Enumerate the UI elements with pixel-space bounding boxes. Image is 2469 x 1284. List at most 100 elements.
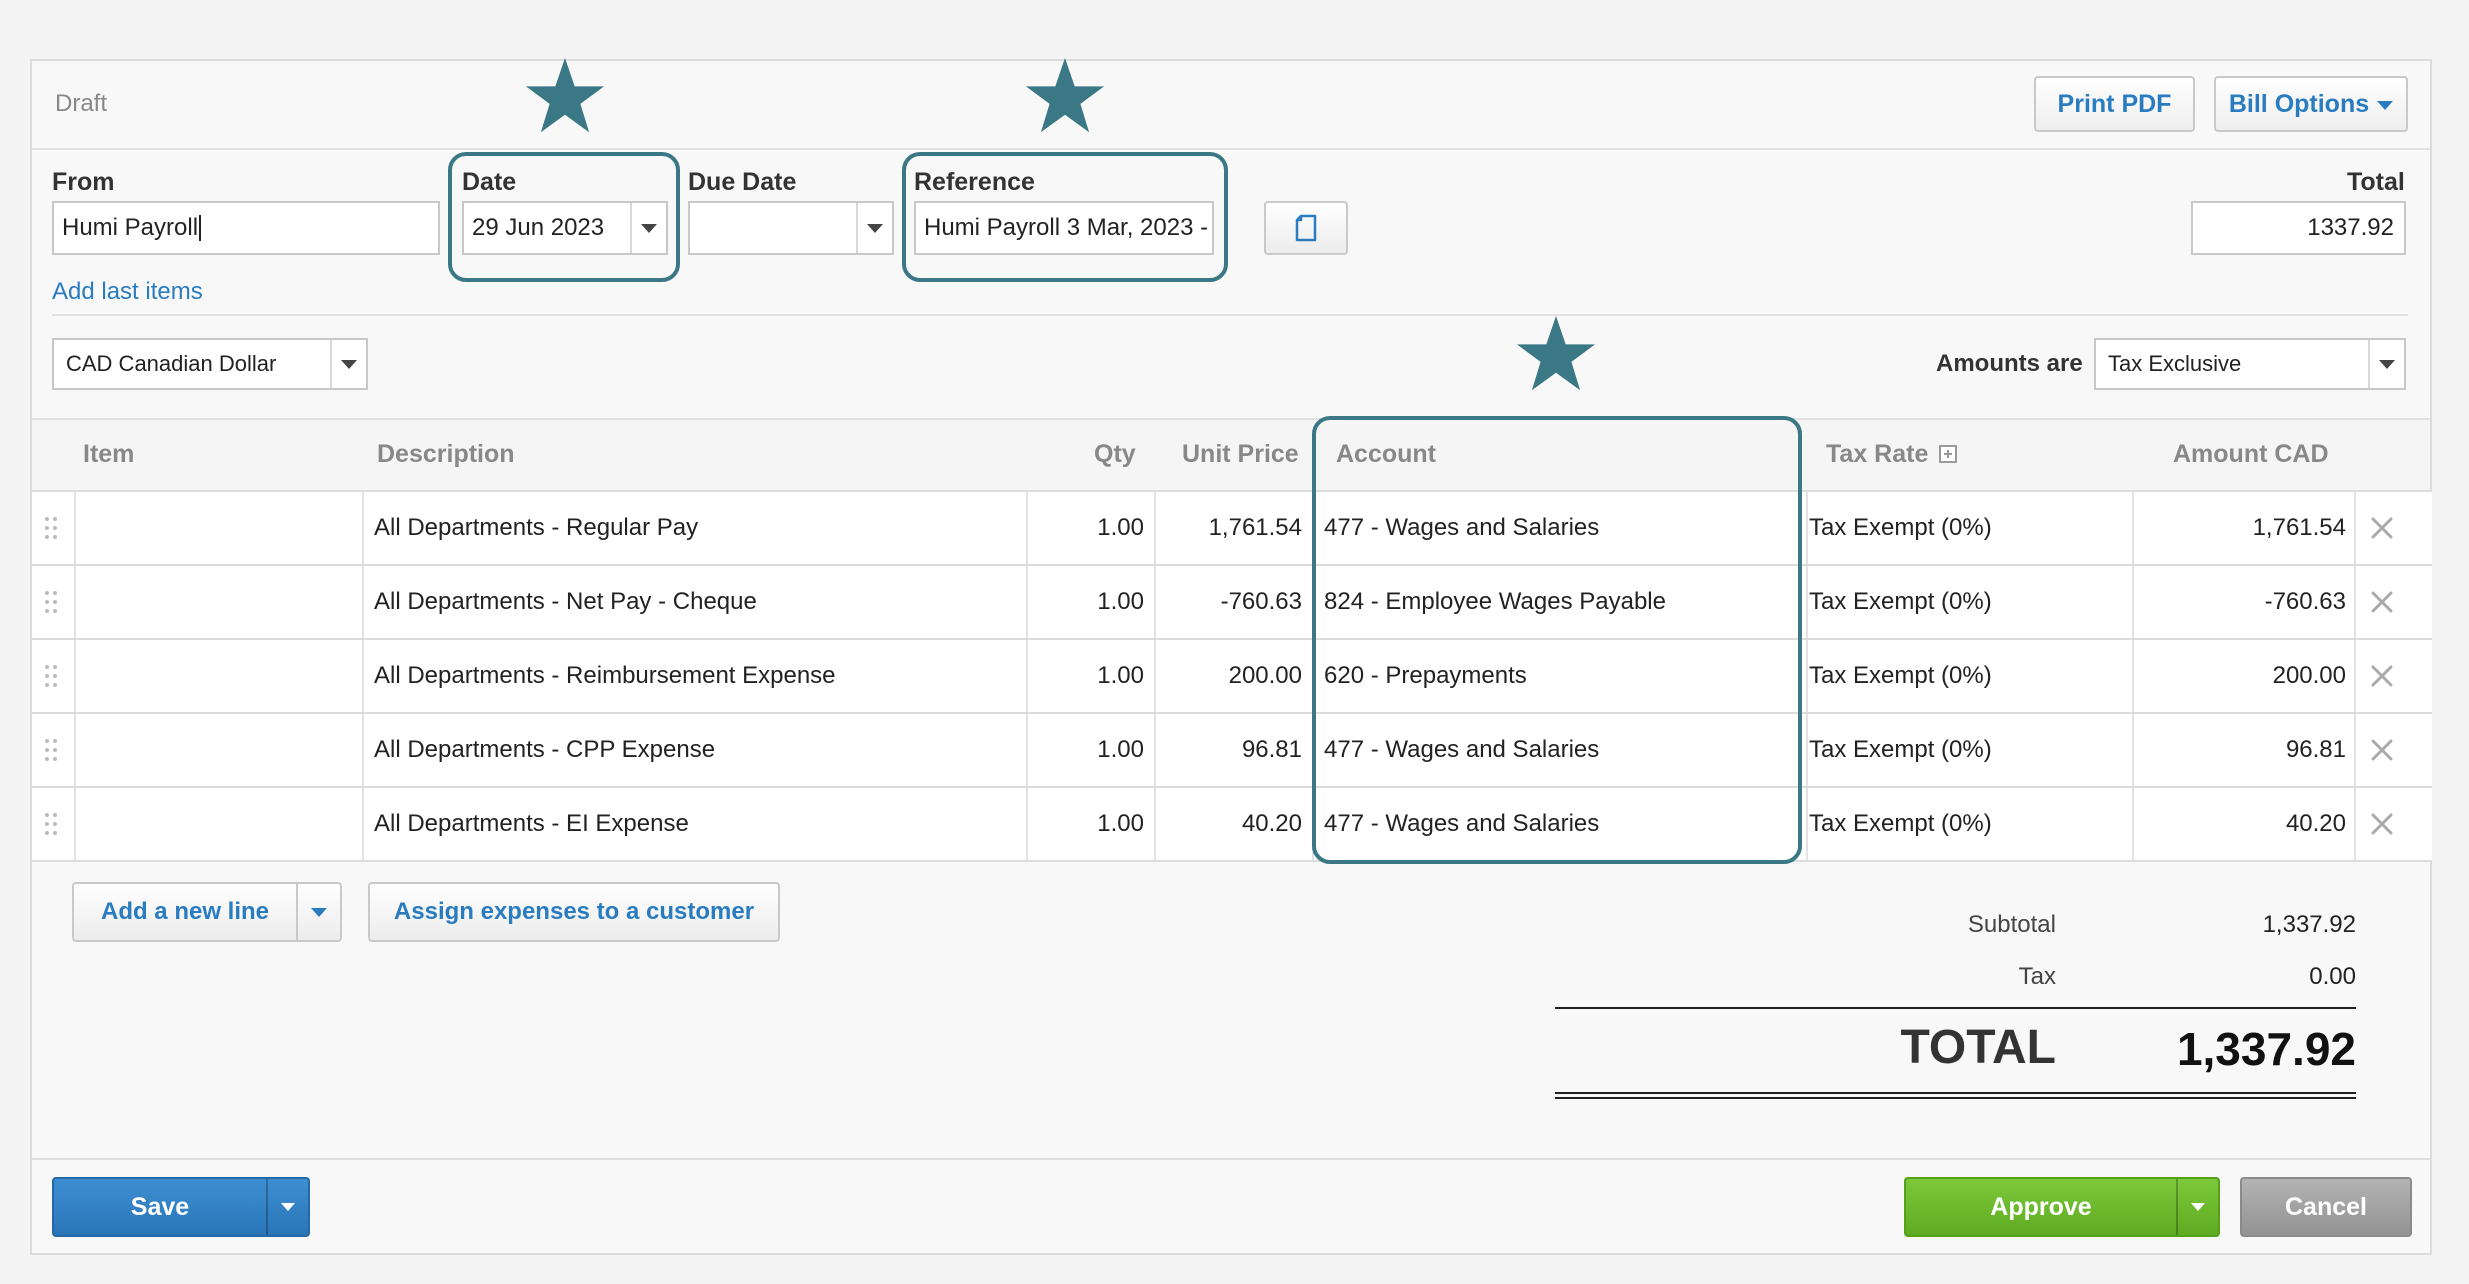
column-divider <box>362 566 364 638</box>
column-divider <box>2354 566 2356 638</box>
remove-icon[interactable] <box>2367 809 2397 839</box>
save-label: Save <box>130 1192 190 1221</box>
tax-rate-cell[interactable]: Tax Exempt (0%) <box>1809 640 2129 712</box>
column-divider <box>1806 788 1808 860</box>
drag-handle-icon[interactable] <box>44 590 58 614</box>
qty-cell[interactable]: 1.00 <box>1028 566 1144 638</box>
column-divider <box>362 640 364 712</box>
due-date-label: Due Date <box>688 168 797 196</box>
unit-price-cell[interactable]: 96.81 <box>1156 714 1302 786</box>
amounts-are-select[interactable]: Tax Exclusive <box>2094 338 2406 390</box>
item-cell[interactable] <box>84 788 364 860</box>
total-field[interactable]: 1337.92 <box>2191 201 2406 255</box>
unit-price-cell[interactable]: 200.00 <box>1156 640 1302 712</box>
star-icon <box>525 58 605 133</box>
amount-cell[interactable]: 40.20 <box>2142 788 2346 860</box>
due-date-field[interactable] <box>688 201 894 255</box>
table-row: All Departments - Reimbursement Expense … <box>32 640 2432 714</box>
unit-price-cell[interactable]: 1,761.54 <box>1156 492 1302 564</box>
currency-select[interactable]: CAD Canadian Dollar <box>52 338 368 390</box>
assign-expenses-label: Assign expenses to a customer <box>393 898 755 925</box>
amount-value: 1,761.54 <box>2252 514 2346 541</box>
tax-rate-cell[interactable]: Tax Exempt (0%) <box>1809 566 2129 638</box>
remove-icon[interactable] <box>2367 661 2397 691</box>
description-cell[interactable]: All Departments - Net Pay - Cheque <box>374 566 1014 638</box>
tax-value: 0.00 <box>2309 963 2356 990</box>
item-cell[interactable] <box>84 566 364 638</box>
chevron-down-icon[interactable] <box>856 203 892 253</box>
table-row: All Departments - Net Pay - Cheque 1.00 … <box>32 566 2432 640</box>
add-line-dropdown[interactable] <box>296 884 340 940</box>
column-header-item: Item <box>83 440 135 468</box>
amounts-are-label: Amounts are <box>1936 350 2083 377</box>
column-divider <box>2132 492 2134 564</box>
qty-cell[interactable]: 1.00 <box>1028 492 1144 564</box>
approve-button[interactable]: Approve <box>1904 1177 2220 1237</box>
qty-cell[interactable]: 1.00 <box>1028 788 1144 860</box>
approve-dropdown[interactable] <box>2176 1179 2218 1235</box>
save-button[interactable]: Save <box>52 1177 310 1237</box>
amount-cell[interactable]: 1,761.54 <box>2142 492 2346 564</box>
item-cell[interactable] <box>84 492 364 564</box>
tax-rate-value: Tax Exempt (0%) <box>1809 588 1992 615</box>
amount-value: -760.63 <box>2264 588 2346 615</box>
assign-expenses-button[interactable]: Assign expenses to a customer <box>368 882 780 942</box>
tax-rate-cell[interactable]: Tax Exempt (0%) <box>1809 492 2129 564</box>
qty-value: 1.00 <box>1097 588 1144 615</box>
chevron-down-icon[interactable] <box>2368 340 2404 388</box>
description-cell[interactable]: All Departments - EI Expense <box>374 788 1014 860</box>
tax-rate-cell[interactable]: Tax Exempt (0%) <box>1809 788 2129 860</box>
description-cell[interactable]: All Departments - Regular Pay <box>374 492 1014 564</box>
description-cell[interactable]: All Departments - Reimbursement Expense <box>374 640 1014 712</box>
bill-options-button[interactable]: Bill Options <box>2214 76 2408 132</box>
total-label: Total <box>2347 168 2405 196</box>
column-divider <box>2354 640 2356 712</box>
column-divider <box>2354 492 2356 564</box>
unit-price-value: 200.00 <box>1228 662 1302 689</box>
grand-total-value: 1,337.92 <box>2176 1023 2356 1075</box>
description-cell[interactable]: All Departments - CPP Expense <box>374 714 1014 786</box>
drag-handle-icon[interactable] <box>44 738 58 762</box>
description-value: All Departments - CPP Expense <box>374 736 716 763</box>
add-last-items-link[interactable]: Add last items <box>52 278 203 306</box>
from-field[interactable]: Humi Payroll <box>52 201 440 255</box>
item-cell[interactable] <box>84 640 364 712</box>
item-cell[interactable] <box>84 714 364 786</box>
unit-price-cell[interactable]: 40.20 <box>1156 788 1302 860</box>
column-divider <box>2132 566 2134 638</box>
chevron-down-icon[interactable] <box>330 340 366 388</box>
tax-rate-value: Tax Exempt (0%) <box>1809 810 1992 837</box>
currency-value: CAD Canadian Dollar <box>66 351 277 376</box>
qty-cell[interactable]: 1.00 <box>1028 640 1144 712</box>
expand-icon[interactable] <box>1939 445 1958 463</box>
column-divider <box>1806 566 1808 638</box>
reference-highlight <box>902 152 1228 282</box>
amount-cell[interactable]: -760.63 <box>2142 566 2346 638</box>
drag-handle-icon[interactable] <box>44 516 58 540</box>
cancel-button[interactable]: Cancel <box>2240 1177 2412 1237</box>
qty-cell[interactable]: 1.00 <box>1028 714 1144 786</box>
amount-cell[interactable]: 200.00 <box>2142 640 2346 712</box>
print-pdf-button[interactable]: Print PDF <box>2034 76 2195 132</box>
amount-cell[interactable]: 96.81 <box>2142 714 2346 786</box>
remove-icon[interactable] <box>2367 513 2397 543</box>
column-divider <box>2132 714 2134 786</box>
column-divider <box>74 788 76 860</box>
account-column-highlight <box>1312 416 1802 864</box>
unit-price-value: 1,761.54 <box>1208 514 1302 541</box>
column-divider <box>362 492 364 564</box>
remove-icon[interactable] <box>2367 735 2397 765</box>
amounts-are-value: Tax Exclusive <box>2108 351 2242 376</box>
drag-handle-icon[interactable] <box>44 664 58 688</box>
column-divider <box>362 788 364 860</box>
tax-rate-header-label: Tax Rate <box>1826 440 1929 468</box>
remove-icon[interactable] <box>2367 587 2397 617</box>
save-dropdown[interactable] <box>266 1179 308 1235</box>
description-value: All Departments - Reimbursement Expense <box>374 662 836 689</box>
cancel-label: Cancel <box>2285 1192 2367 1221</box>
unit-price-cell[interactable]: -760.63 <box>1156 566 1302 638</box>
copy-button[interactable] <box>1264 201 1348 255</box>
add-new-line-button[interactable]: Add a new line <box>72 882 342 942</box>
drag-handle-icon[interactable] <box>44 812 58 836</box>
tax-rate-cell[interactable]: Tax Exempt (0%) <box>1809 714 2129 786</box>
